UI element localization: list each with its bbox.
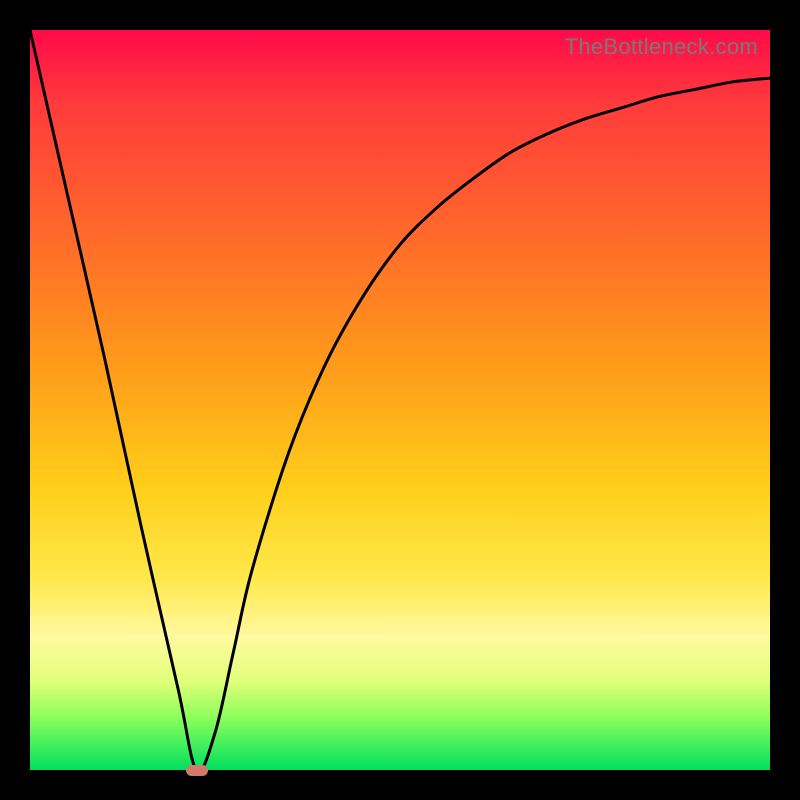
min-marker bbox=[186, 765, 208, 776]
bottleneck-curve bbox=[30, 30, 770, 770]
curve-svg bbox=[30, 30, 770, 770]
plot-area: TheBottleneck.com bbox=[30, 30, 770, 770]
chart-frame: TheBottleneck.com bbox=[0, 0, 800, 800]
